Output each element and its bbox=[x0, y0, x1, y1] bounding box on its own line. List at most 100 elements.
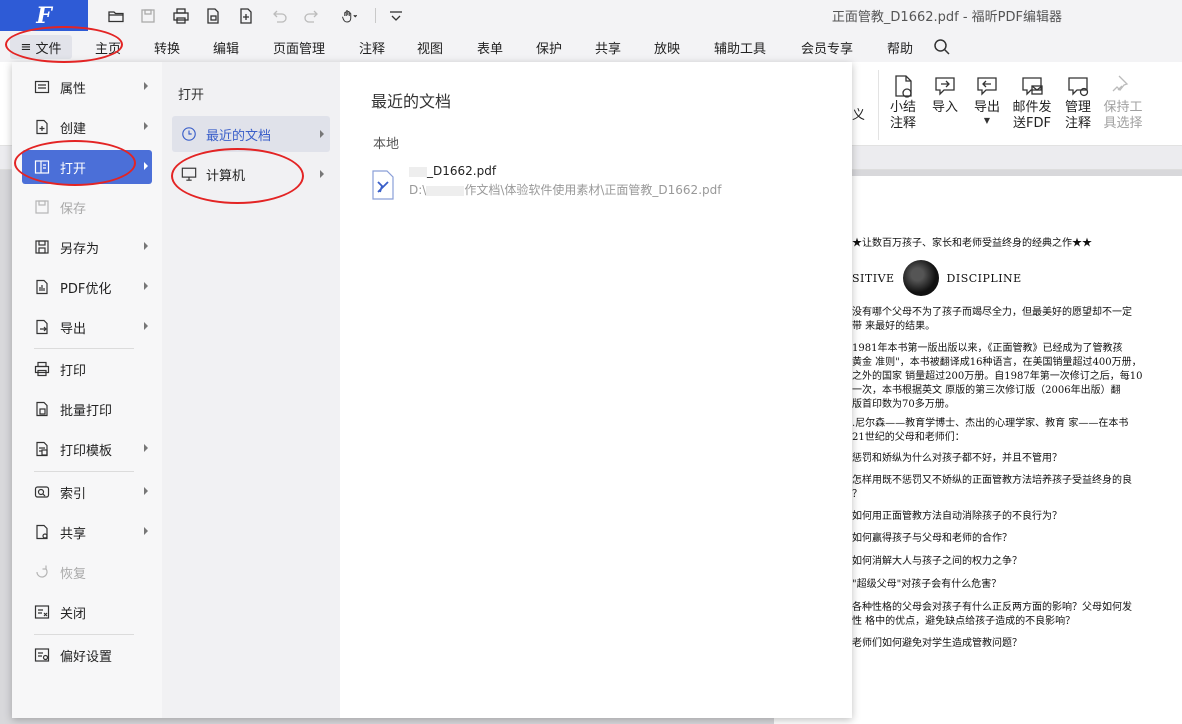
keep-tool-icon bbox=[1112, 75, 1129, 92]
file-cmd-label: 恢复 bbox=[60, 566, 87, 582]
file-cmd-open[interactable]: 打开 bbox=[22, 150, 152, 184]
recent-file-path: D:\ 作文档\体验软件使用素材\正面管教_D1662.pdf bbox=[409, 183, 722, 197]
open-source-recent[interactable]: 最近的文档 bbox=[172, 116, 330, 152]
ribbon-separator bbox=[878, 70, 879, 140]
add-page-icon[interactable] bbox=[234, 5, 258, 27]
chevron-right-icon bbox=[144, 322, 148, 330]
recent-documents-panel: 最近的文档 本地 _D1662.pdf D:\ 作文档\体验软件使用素材\正面管教… bbox=[340, 62, 852, 718]
file-cmd-print-template[interactable]: 打印模板 bbox=[22, 432, 152, 466]
open-source-computer[interactable]: 计算机 bbox=[172, 156, 330, 192]
chevron-right-icon bbox=[144, 162, 148, 170]
pdf-optimize-icon bbox=[34, 279, 50, 295]
page-line: "超级父母"对孩子会有什么危害？ bbox=[852, 579, 1002, 590]
tab-edit[interactable]: 编辑 bbox=[213, 38, 239, 57]
email-fdf-button[interactable]: 邮件发 送FDF bbox=[1009, 72, 1055, 132]
page-banner: ★让数百万孩子、家长和老师受益终身的经典之作★★ bbox=[852, 238, 1092, 249]
menu-divider bbox=[34, 634, 134, 635]
tab-view[interactable]: 视图 bbox=[417, 38, 443, 57]
redo-icon[interactable] bbox=[300, 5, 324, 27]
clock-icon bbox=[180, 125, 198, 143]
print-template-icon bbox=[34, 441, 50, 457]
file-cmd-print[interactable]: 打印 bbox=[22, 352, 152, 386]
share-icon bbox=[34, 524, 50, 540]
tab-slideshow[interactable]: 放映 bbox=[654, 38, 680, 57]
file-cmd-batch-print[interactable]: 批量打印 bbox=[22, 392, 152, 426]
file-commands-list: 属性 创建 打开 保存 另存为 PDF优化 导出 打印 批量打印 打印模板 索引… bbox=[12, 62, 162, 718]
page-line: 之外的国家 销量超过200万册。自1987年第一次修订之后，每10 bbox=[852, 371, 1142, 382]
save-icon bbox=[34, 199, 50, 215]
manage-comment-button[interactable]: 管理 注释 bbox=[1055, 72, 1101, 132]
chevron-right-icon bbox=[320, 130, 324, 138]
tab-help[interactable]: 帮助 bbox=[887, 38, 913, 57]
email-fdf-icon bbox=[1022, 77, 1043, 96]
tab-pages[interactable]: 页面管理 bbox=[273, 38, 325, 57]
page-line: 黄金 准则"，本书被翻译成16种语言，在美国销量超过400万册， bbox=[852, 357, 1142, 368]
summary-comment-button[interactable]: 小结 注释 bbox=[880, 72, 926, 132]
chevron-right-icon bbox=[144, 487, 148, 495]
file-cmd-save[interactable]: 保存 bbox=[22, 190, 152, 224]
file-cmd-label: 批量打印 bbox=[60, 403, 113, 419]
manage-comment-label: 管理 注释 bbox=[1064, 100, 1091, 131]
redacted-block bbox=[426, 185, 465, 196]
file-cmd-export[interactable]: 导出 bbox=[22, 310, 152, 344]
print-icon[interactable] bbox=[169, 5, 193, 27]
file-cmd-close[interactable]: 关闭 bbox=[22, 595, 152, 629]
menu-divider bbox=[34, 471, 134, 472]
export-label: 导出 bbox=[973, 100, 1000, 115]
file-menu-label: 文件 bbox=[35, 41, 62, 57]
tab-convert[interactable]: 转换 bbox=[154, 38, 180, 57]
file-cmd-save-as[interactable]: 另存为 bbox=[22, 230, 152, 264]
open-folder-icon[interactable] bbox=[104, 5, 128, 27]
quick-access-separator bbox=[375, 8, 376, 23]
search-icon[interactable] bbox=[933, 38, 951, 56]
open-sources-panel: 打开 最近的文档 计算机 bbox=[162, 62, 340, 718]
file-cmd-share[interactable]: 共享 bbox=[22, 515, 152, 549]
computer-icon bbox=[180, 165, 198, 183]
brand-logo: SITIVE DISCIPLINE bbox=[852, 258, 1022, 298]
print-icon bbox=[34, 361, 50, 377]
new-file-icon[interactable] bbox=[201, 5, 225, 27]
undo-icon[interactable] bbox=[267, 5, 291, 27]
import-button[interactable]: 导入 bbox=[922, 72, 968, 116]
close-doc-icon bbox=[34, 604, 50, 620]
tab-comment[interactable]: 注释 bbox=[359, 38, 385, 57]
export-button[interactable]: 导出 ▼ bbox=[964, 72, 1010, 125]
file-cmd-label: 导出 bbox=[60, 321, 87, 337]
logo-letter: F bbox=[36, 2, 52, 29]
tab-form[interactable]: 表单 bbox=[477, 38, 503, 57]
page-line: 带 来最好的结果。 bbox=[852, 321, 936, 332]
keep-tool-label: 保持工 具选择 bbox=[1103, 100, 1143, 131]
file-cmd-properties[interactable]: 属性 bbox=[22, 70, 152, 104]
page-line: 性 格中的优点，避免缺点给孩子造成的不良影响？ bbox=[852, 616, 1076, 627]
index-icon bbox=[34, 484, 50, 500]
hamburger-icon: ≡ bbox=[20, 39, 32, 55]
file-cmd-restore[interactable]: 恢复 bbox=[22, 555, 152, 589]
save-icon[interactable] bbox=[136, 5, 160, 27]
tab-accessibility[interactable]: 辅助工具 bbox=[714, 38, 766, 57]
recent-file-item[interactable]: _D1662.pdf D:\ 作文档\体验软件使用素材\正面管教_D1662.pd… bbox=[370, 162, 830, 208]
app-logo[interactable]: F bbox=[0, 0, 88, 31]
chevron-right-icon bbox=[144, 444, 148, 452]
file-backstage-panel: 属性 创建 打开 保存 另存为 PDF优化 导出 打印 批量打印 打印模板 索引… bbox=[12, 62, 852, 718]
hand-tool-icon[interactable] bbox=[336, 5, 364, 27]
file-cmd-create[interactable]: 创建 bbox=[22, 110, 152, 144]
keep-tool-button[interactable]: 保持工 具选择 bbox=[1100, 72, 1146, 132]
file-cmd-index[interactable]: 索引 bbox=[22, 475, 152, 509]
more-chevron-icon[interactable] bbox=[384, 5, 408, 27]
tab-membership[interactable]: 会员专享 bbox=[801, 38, 853, 57]
tab-share[interactable]: 共享 bbox=[595, 38, 621, 57]
menu-divider bbox=[34, 348, 134, 349]
preferences-icon bbox=[34, 647, 50, 663]
redacted-block bbox=[409, 166, 427, 177]
file-cmd-preferences[interactable]: 偏好设置 bbox=[22, 638, 152, 672]
batch-print-icon bbox=[34, 401, 50, 417]
tab-home[interactable]: 主页 bbox=[95, 38, 121, 57]
page-line: 21世纪的父母和老师们： bbox=[852, 432, 965, 443]
recent-file-name: _D1662.pdf bbox=[409, 162, 721, 180]
tab-protect[interactable]: 保护 bbox=[536, 38, 562, 57]
file-menu-button[interactable]: ≡ 文件 bbox=[10, 35, 72, 59]
file-cmd-pdf-optimize[interactable]: PDF优化 bbox=[22, 270, 152, 304]
page-line: 如何消解大人与孩子之间的权力之争？ bbox=[852, 556, 1022, 567]
page-line: ？ bbox=[852, 489, 862, 500]
ribbon-partial-label: 义 bbox=[852, 108, 866, 123]
